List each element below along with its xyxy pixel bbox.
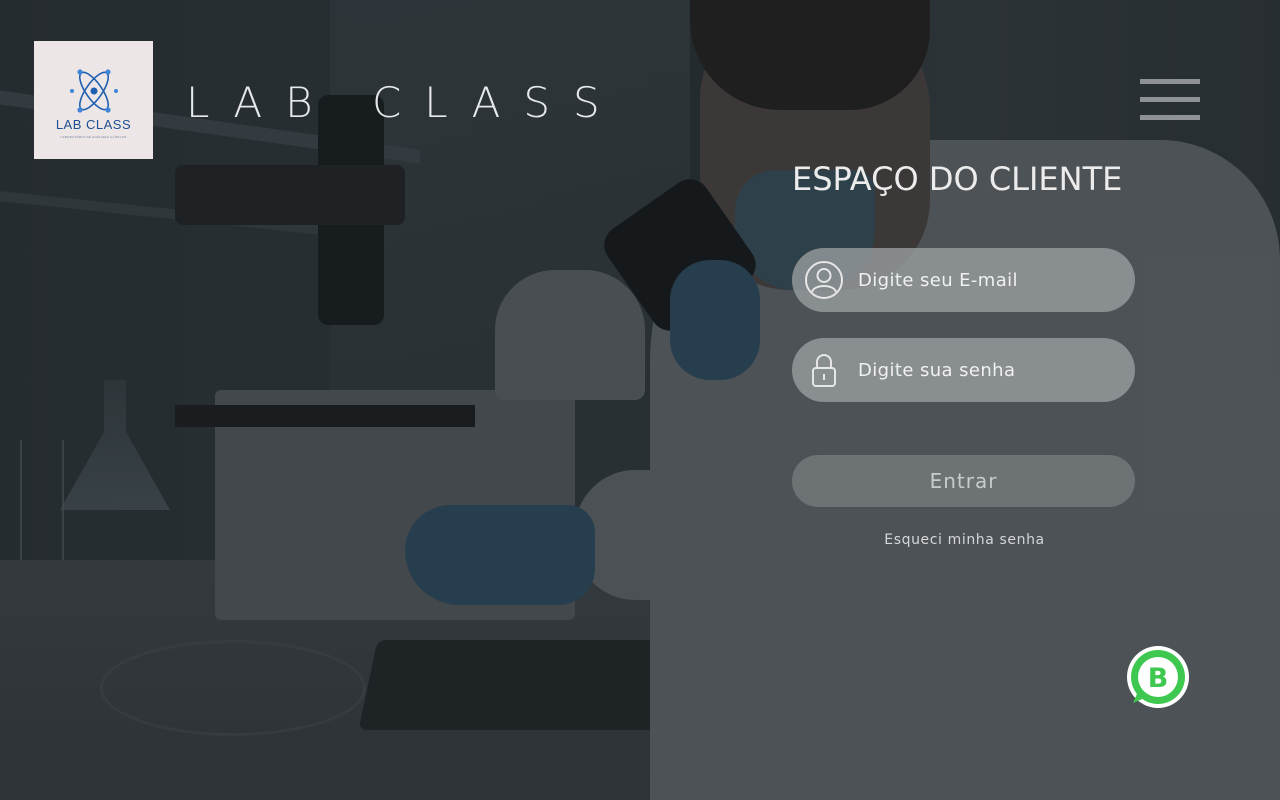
svg-text:B: B [1148,663,1169,694]
password-input[interactable] [856,358,1120,382]
whatsapp-button[interactable]: B [1125,645,1191,711]
section-title: ESPAÇO DO CLIENTE [792,160,1123,198]
hamburger-menu-icon [1140,79,1200,84]
forgot-password-link[interactable]: Esqueci minha senha [792,532,1137,548]
whatsapp-business-icon: B [1127,646,1189,708]
hamburger-menu-button[interactable] [1140,79,1200,121]
email-input[interactable] [856,268,1120,292]
email-field[interactable] [792,248,1135,312]
login-button[interactable]: Entrar [792,455,1135,507]
brand-title: LAB CLASS [186,78,623,127]
logo-tagline: LABORATÓRIO DE ANÁLISES CLÍNICAS [60,135,127,139]
user-icon [804,260,844,300]
password-field[interactable] [792,338,1135,402]
lock-icon [804,350,844,390]
atom-icon [69,69,118,113]
logo-name: LAB CLASS [55,117,132,132]
logo[interactable]: LAB CLASS LABORATÓRIO DE ANÁLISES CLÍNIC… [34,41,153,159]
client-login-page: LAB CLASS LABORATÓRIO DE ANÁLISES CLÍNIC… [0,0,1280,800]
